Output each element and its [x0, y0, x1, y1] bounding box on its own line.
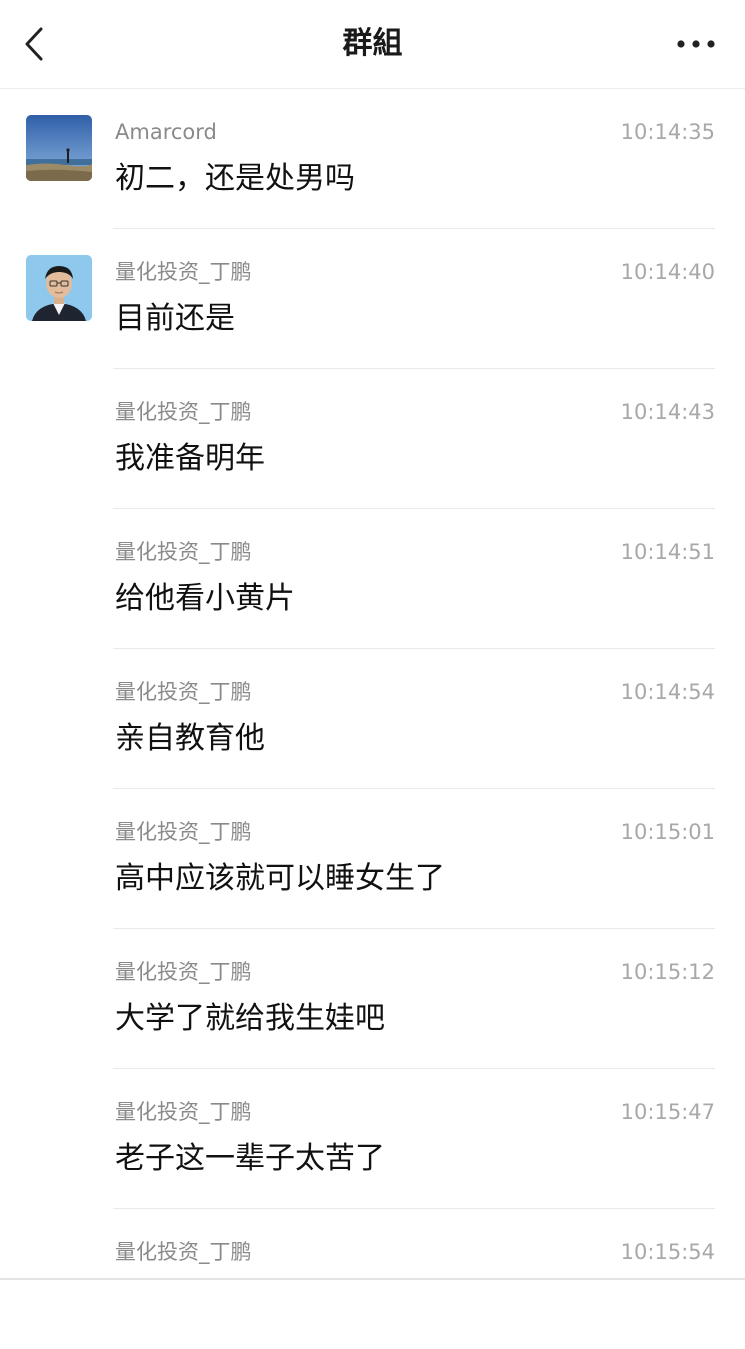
sender-name: 量化投资_丁鹏 [115, 539, 252, 565]
avatar[interactable] [26, 255, 92, 321]
message-item[interactable]: 量化投资_丁鹏 10:15:01 高中应该就可以睡女生了 [0, 789, 745, 929]
message-text: 我准备明年 [115, 439, 265, 479]
top-bar: 群組 [0, 0, 745, 89]
sender-name: Amarcord [115, 119, 217, 145]
message-time: 10:14:35 [621, 119, 715, 145]
message-time: 10:14:40 [621, 259, 715, 285]
sender-name: 量化投资_丁鹏 [115, 259, 252, 285]
more-horizontal-icon [677, 40, 715, 48]
message-text: 老子这一辈子太苦了 [115, 1139, 385, 1179]
message-time: 10:14:54 [621, 679, 715, 705]
message-item[interactable]: 量化投资_丁鹏 10:14:54 亲自教育他 [0, 649, 745, 789]
avatar[interactable] [26, 115, 92, 181]
message-item[interactable]: 量化投资_丁鹏 10:15:12 大学了就给我生娃吧 [0, 929, 745, 1069]
message-item[interactable]: 量化投资_丁鹏 10:14:43 我准备明年 [0, 369, 745, 509]
message-time: 10:15:47 [621, 1099, 715, 1125]
sender-name: 量化投资_丁鹏 [115, 399, 252, 425]
sender-name: 量化投资_丁鹏 [115, 679, 252, 705]
message-time: 10:15:12 [621, 959, 715, 985]
message-item[interactable]: 量化投资_丁鹏 10:14:51 给他看小黄片 [0, 509, 745, 649]
message-item[interactable]: 量化投资_丁鹏 10:15:47 老子这一辈子太苦了 [0, 1069, 745, 1209]
portrait-avatar-image [26, 255, 92, 321]
message-text: 高中应该就可以睡女生了 [115, 859, 445, 899]
message-text: 亲自教育他 [115, 719, 265, 759]
message-time: 10:14:51 [621, 539, 715, 565]
message-time: 10:14:43 [621, 399, 715, 425]
sender-name: 量化投资_丁鹏 [115, 819, 252, 845]
message-item[interactable]: 量化投资_丁鹏 10:14:40 目前还是 [0, 229, 745, 369]
message-text: 给他看小黄片 [115, 579, 295, 619]
more-button[interactable] [671, 30, 721, 58]
sender-name: 量化投资_丁鹏 [115, 1099, 252, 1125]
page-title: 群組 [0, 24, 745, 64]
message-text: 初二，还是处男吗 [115, 159, 355, 199]
message-time: 10:15:54 [621, 1239, 715, 1265]
landscape-avatar-image [26, 115, 92, 181]
sender-name: 量化投资_丁鹏 [115, 959, 252, 985]
message-text: 目前还是 [115, 299, 235, 339]
message-list[interactable]: Amarcord 10:14:35 初二，还是处男吗 量化投资_丁鹏 10:14… [0, 89, 745, 1349]
sender-name: 量化投资_丁鹏 [115, 1239, 252, 1265]
message-text: 大学了就给我生娃吧 [115, 999, 385, 1039]
message-time: 10:15:01 [621, 819, 715, 845]
message-item[interactable]: Amarcord 10:14:35 初二，还是处男吗 [0, 89, 745, 229]
